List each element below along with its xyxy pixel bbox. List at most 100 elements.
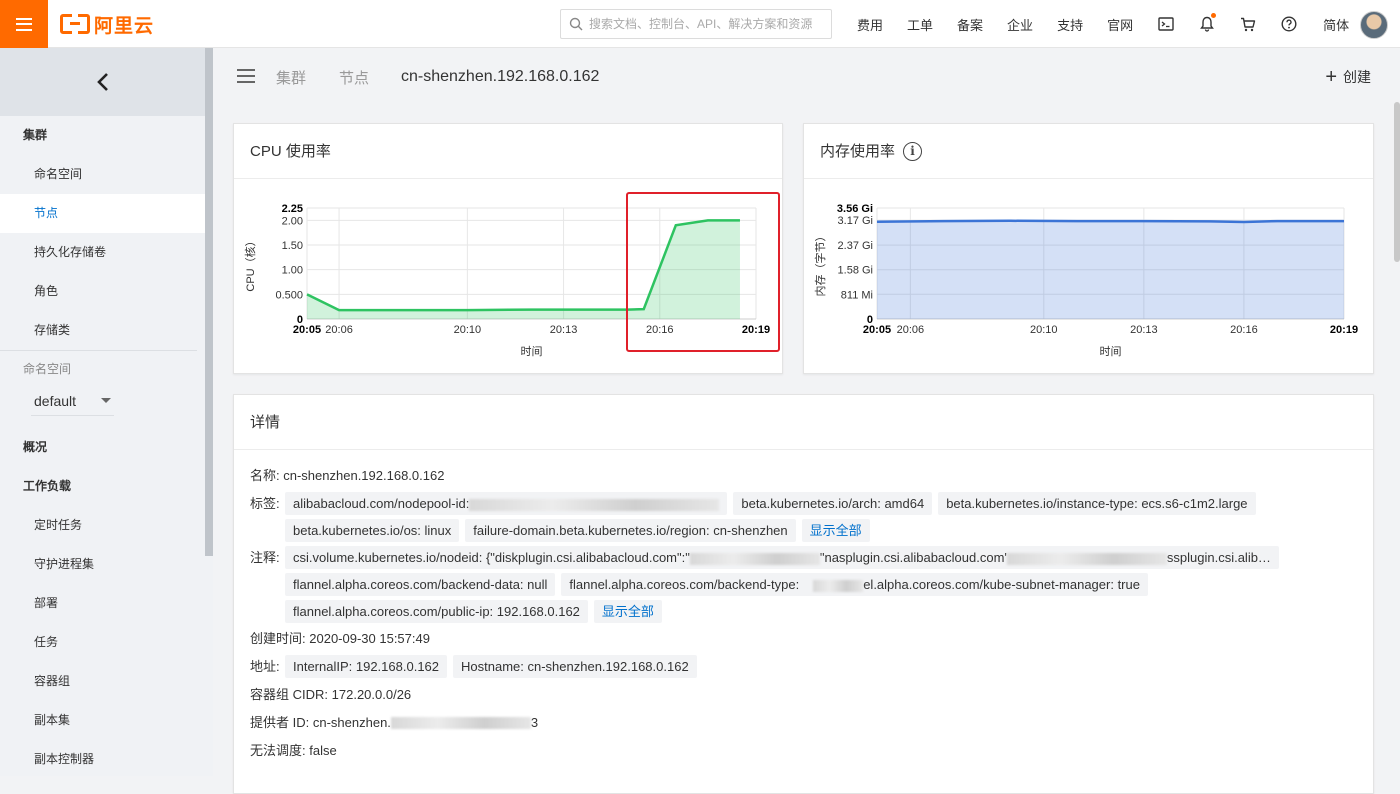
detail-row-created: 创建时间: 2020-09-30 15:57:49 [250, 627, 1357, 651]
cart-button[interactable] [1227, 17, 1268, 32]
namespace-select[interactable]: default [31, 386, 114, 416]
sidebar-group-workloads[interactable]: 工作负载 [0, 467, 205, 506]
nav-enterprise[interactable]: 企业 [995, 15, 1045, 34]
redacted-value [813, 579, 864, 592]
breadcrumb-cluster[interactable]: 集群 [276, 67, 306, 88]
nav-support[interactable]: 支持 [1045, 15, 1095, 34]
detail-row-labels: 标签: alibabacloud.com/nodepool-id: beta.k… [250, 492, 1357, 542]
chevron-down-icon [101, 398, 111, 403]
terminal-icon [1157, 17, 1174, 31]
notifications-button[interactable] [1186, 13, 1227, 32]
label-tag-text: alibabacloud.com/nodepool-id: [293, 496, 470, 511]
language-switch[interactable]: 简体 [1309, 15, 1363, 34]
main-content: 集群 节点 cn-shenzhen.192.168.0.162 + 创建 CPU … [213, 48, 1400, 794]
created-value: 2020-09-30 15:57:49 [309, 631, 430, 646]
cidr-value: 172.20.0.0/26 [331, 687, 412, 702]
annotation-tag-text-mid: "nasplugin.csi.alibabacloud.com' [819, 550, 1007, 565]
sidebar-item-storage-classes[interactable]: 存储类 [0, 311, 205, 350]
annotations-list: csi.volume.kubernetes.io/nodeid: {"diskp… [285, 546, 1357, 623]
nav-official-site[interactable]: 官网 [1095, 15, 1145, 34]
nav-icp[interactable]: 备案 [945, 15, 995, 34]
page-title: cn-shenzhen.192.168.0.162 [401, 68, 600, 85]
provider-value-tail: 3 [530, 715, 539, 730]
menu-icon[interactable] [237, 69, 255, 83]
label-tag: alibabacloud.com/nodepool-id: [285, 492, 728, 515]
labels-show-all-link[interactable]: 显示全部 [801, 519, 870, 542]
redacted-value [469, 498, 720, 511]
namespace-select-value: default [34, 392, 77, 409]
label-tag: failure-domain.beta.kubernetes.io/region… [465, 519, 796, 542]
user-avatar[interactable] [1360, 11, 1388, 39]
highlight-annotation [626, 192, 780, 352]
sidebar-item-namespaces[interactable]: 命名空间 [0, 155, 205, 194]
label-tag: beta.kubernetes.io/instance-type: ecs.s6… [938, 492, 1256, 515]
y-tick-label: 3.17 Gi [838, 215, 873, 227]
sidebar-item-pods[interactable]: 容器组 [0, 662, 205, 701]
details-body: 名称: cn-shenzhen.192.168.0.162 标签: alibab… [234, 450, 1373, 781]
sidebar-group-cluster[interactable]: 集群 [0, 116, 205, 155]
sidebar-group-overview[interactable]: 概况 [0, 428, 205, 467]
memory-usage-chart: 0811 Mi1.58 Gi2.37 Gi3.17 Gi3.56 Gi20:05… [813, 203, 1358, 358]
labels-list: alibabacloud.com/nodepool-id: beta.kuber… [285, 492, 1357, 542]
breadcrumb: 集群 节点 cn-shenzhen.192.168.0.162 + 创建 [213, 48, 1393, 108]
label-tag: beta.kubernetes.io/arch: amd64 [733, 492, 933, 515]
sidebar-item-deployments[interactable]: 部署 [0, 584, 205, 623]
create-button[interactable]: + 创建 [1325, 67, 1371, 87]
x-tick-label: 20:13 [550, 324, 578, 336]
labels-label: 标签: [250, 496, 280, 511]
menu-icon [16, 17, 32, 31]
sidebar-item-persistent-volumes[interactable]: 持久化存储卷 [0, 233, 205, 272]
help-button[interactable] [1268, 16, 1309, 32]
x-tick-label: 20:06 [897, 324, 925, 336]
y-tick-label: 3.56 Gi [837, 203, 873, 215]
sidebar-item-roles[interactable]: 角色 [0, 272, 205, 311]
annotations-label: 注释: [250, 550, 280, 565]
x-tick-label: 20:10 [454, 324, 482, 336]
memory-card-title-text: 内存使用率 [820, 142, 896, 160]
detail-row-cidr: 容器组 CIDR: 172.20.0.0/26 [250, 683, 1357, 707]
name-label: 名称: [250, 468, 280, 483]
y-tick-label: 1.00 [282, 265, 303, 277]
x-tick-label: 20:16 [1230, 324, 1258, 336]
y-tick-label: 2.25 [282, 203, 303, 215]
sidebar-item-cronjobs[interactable]: 定时任务 [0, 506, 205, 545]
sidebar-item-replicasets[interactable]: 副本集 [0, 701, 205, 740]
y-axis-label: CPU（核） [243, 235, 257, 291]
annotations-show-all-link[interactable]: 显示全部 [593, 600, 662, 623]
y-tick-label: 2.00 [282, 215, 303, 227]
sidebar-item-replication-controllers[interactable]: 副本控制器 [0, 740, 205, 779]
sidebar-scrollbar[interactable] [205, 48, 213, 556]
addresses-list: InternalIP: 192.168.0.162 Hostname: cn-s… [285, 655, 697, 678]
cart-icon [1240, 17, 1255, 31]
hamburger-menu-button[interactable] [0, 0, 48, 48]
x-tick-label: 20:13 [1130, 324, 1158, 336]
global-search[interactable] [560, 9, 832, 39]
unschedulable-label: 无法调度: [250, 743, 306, 758]
annotation-tag-text-tail: el.alpha.coreos.com/kube-subnet-manager:… [863, 577, 1140, 592]
memory-card-title: 内存使用率 i [804, 124, 1373, 179]
sidebar-item-daemonsets[interactable]: 守护进程集 [0, 545, 205, 584]
breadcrumb-nodes[interactable]: 节点 [339, 67, 369, 88]
search-input[interactable] [589, 17, 829, 31]
annotation-tag: flannel.alpha.coreos.com/backend-data: n… [285, 573, 556, 596]
y-tick-label: 0.500 [275, 289, 303, 301]
notification-dot [1211, 13, 1217, 18]
x-axis-label: 时间 [1100, 345, 1122, 358]
create-label: 创建 [1343, 69, 1371, 85]
sidebar-collapse-button[interactable] [0, 48, 205, 116]
help-icon [1281, 16, 1297, 32]
details-title: 详情 [234, 395, 1373, 450]
cidr-label: 容器组 CIDR: [250, 687, 329, 702]
x-tick-label: 20:06 [325, 324, 353, 336]
bell-icon [1199, 16, 1214, 32]
aliyun-logo-mark-icon [60, 14, 90, 34]
terminal-button[interactable] [1145, 17, 1186, 31]
nav-billing[interactable]: 费用 [845, 15, 895, 34]
annotation-tag: flannel.alpha.coreos.com/public-ip: 192.… [285, 600, 588, 623]
page-scrollbar[interactable] [1394, 102, 1400, 262]
info-icon[interactable]: i [903, 141, 923, 161]
aliyun-logo[interactable]: 阿里云 [60, 12, 154, 37]
nav-tickets[interactable]: 工单 [895, 15, 945, 34]
sidebar-item-nodes[interactable]: 节点 [0, 194, 205, 233]
sidebar-item-jobs[interactable]: 任务 [0, 623, 205, 662]
